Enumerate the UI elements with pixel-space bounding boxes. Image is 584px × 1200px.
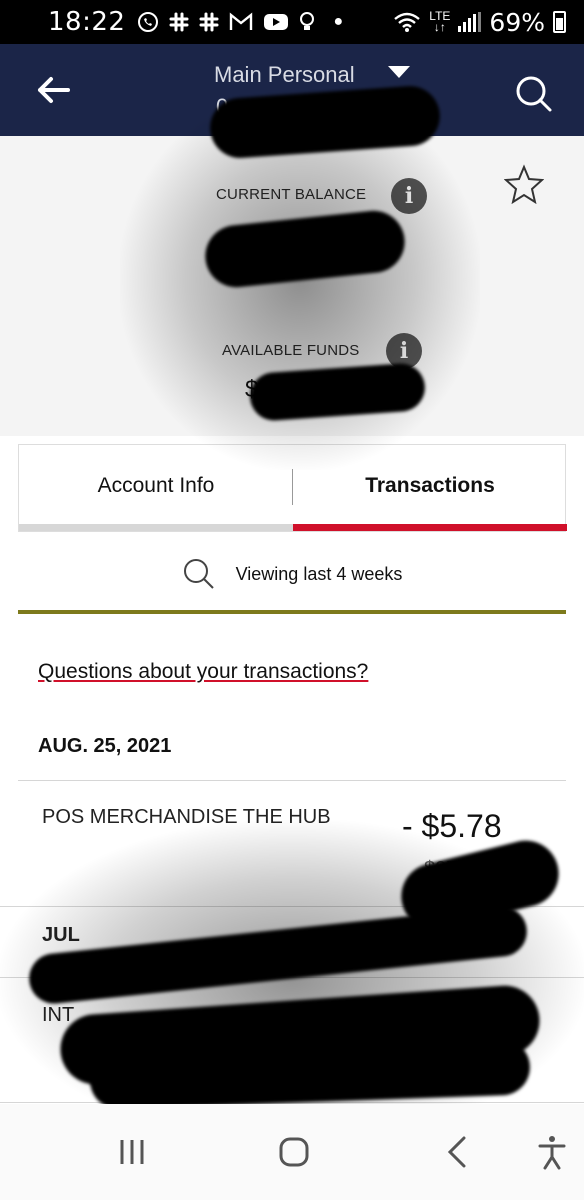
search-icon (183, 559, 214, 589)
available-funds-label: AVAILABLE FUNDS (222, 342, 360, 359)
filter-text: Viewing last 4 weeks (235, 563, 403, 584)
recent-apps-icon[interactable] (112, 1132, 152, 1172)
account-title[interactable]: Main Personal (214, 62, 355, 88)
tab-account-info[interactable]: Account Info (19, 445, 293, 527)
lightbulb-icon (300, 12, 315, 30)
back-icon[interactable] (438, 1132, 478, 1172)
status-bar: 18:22 ● LTE ↓↑ 69% (0, 0, 584, 44)
chevron-down-icon[interactable] (388, 66, 410, 78)
youtube-icon (264, 14, 289, 30)
info-icon[interactable]: i (391, 178, 427, 214)
signal-icon (458, 12, 482, 32)
filter-row[interactable]: Viewing last 4 weeks (0, 554, 584, 594)
transaction-description: POS MERCHANDISE THE HUB (42, 806, 331, 828)
divider-bar (18, 610, 566, 614)
current-balance-label: CURRENT BALANCE (216, 186, 367, 203)
transaction-description: INT (42, 1004, 75, 1026)
gmail-icon (230, 12, 253, 30)
tab-bar: Account Info Transactions (18, 444, 567, 532)
battery-icon (553, 11, 566, 33)
questions-link[interactable]: Questions about your transactions? (38, 660, 368, 684)
tab-underline-inactive (19, 524, 293, 531)
transaction-date: AUG. 25, 2021 (38, 735, 172, 757)
wifi-icon (394, 12, 421, 32)
star-icon[interactable] (504, 164, 544, 204)
status-right: LTE ↓↑ 69% (393, 8, 566, 37)
dot-icon: ● (333, 13, 344, 30)
lte-indicator: LTE ↓↑ (429, 9, 451, 34)
slack-icon (169, 12, 189, 32)
status-time: 18:22 (48, 7, 126, 37)
transaction-amount: - $5.78 (402, 808, 502, 844)
system-nav-bar (0, 1104, 584, 1200)
back-arrow-icon[interactable] (34, 70, 74, 110)
battery-percent: 69% (489, 7, 545, 37)
search-icon[interactable] (514, 74, 554, 114)
tab-transactions[interactable]: Transactions (293, 445, 567, 527)
slack-icon (199, 12, 219, 32)
notification-icons: ● (137, 11, 343, 33)
home-icon[interactable] (274, 1132, 314, 1172)
tab-underline-active (293, 524, 567, 531)
accessibility-icon[interactable] (532, 1132, 572, 1172)
divider (18, 780, 566, 781)
whatsapp-icon (138, 12, 159, 32)
transaction-date: JUL (42, 924, 80, 946)
